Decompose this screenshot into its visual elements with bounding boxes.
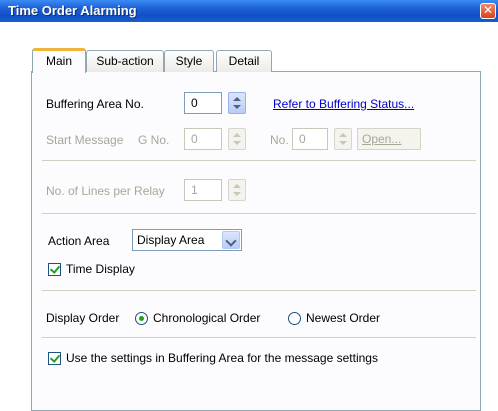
dialog-body: Main Sub-action Style Detail Buffering A… [0,22,498,411]
action-area-label: Action Area [48,234,110,248]
action-area-value: Display Area [137,233,205,247]
start-message-label: Start Message [46,133,124,147]
display-order-label: Display Order [46,311,120,325]
spin-down-icon [233,105,241,109]
tab-detail-label: Detail [228,54,260,68]
lines-per-relay-spinner[interactable] [228,179,246,201]
close-button[interactable]: ✕ [480,3,496,19]
tab-style[interactable]: Style [164,50,214,72]
g-no-spinner[interactable] [228,128,246,150]
spin-up-icon [233,184,241,188]
g-no-label: G No. [138,133,170,147]
buffering-area-spinner[interactable] [228,92,246,114]
open-button[interactable]: Open... [357,128,421,150]
action-area-select[interactable]: Display Area [132,229,242,251]
use-buffering-settings-label: Use the settings in Buffering Area for t… [66,351,378,365]
time-display-checkbox[interactable] [48,263,61,276]
g-no-input[interactable]: 0 [184,128,222,150]
buffering-area-label: Buffering Area No. [46,97,144,111]
time-display-label: Time Display [66,262,135,276]
tab-main[interactable]: Main [32,48,86,73]
spin-down-icon [339,141,347,145]
tab-style-label: Style [175,54,203,68]
window-title: Time Order Alarming [8,3,137,18]
chronological-order-label: Chronological Order [153,311,261,325]
divider [42,160,476,161]
no-label: No. [270,133,289,147]
spin-up-icon [233,97,241,101]
dialog-window: Time Order Alarming ✕ Main Sub-action St… [0,0,498,411]
lines-per-relay-label: No. of Lines per Relay [46,184,165,198]
spin-up-icon [233,133,241,137]
close-icon: ✕ [482,3,494,17]
no-input[interactable]: 0 [292,128,328,150]
use-buffering-settings-checkbox[interactable] [48,352,61,365]
spin-down-icon [233,141,241,145]
spin-down-icon [233,192,241,196]
chronological-order-radio[interactable] [135,312,148,325]
divider [42,213,476,214]
tab-detail[interactable]: Detail [216,50,272,72]
refer-buffering-status-link[interactable]: Refer to Buffering Status... [273,97,414,111]
newest-order-label: Newest Order [306,311,381,325]
divider [42,337,476,338]
divider [42,290,476,291]
title-bar[interactable]: Time Order Alarming ✕ [0,0,498,22]
newest-order-radio[interactable] [288,312,301,325]
lines-per-relay-input[interactable]: 1 [184,179,222,201]
tab-sub-action-label: Sub-action [96,54,154,68]
spin-up-icon [339,133,347,137]
buffering-area-input[interactable]: 0 [184,92,222,114]
tab-main-label: Main [45,54,72,68]
no-spinner[interactable] [334,128,352,150]
chevron-down-icon[interactable] [222,231,240,249]
tab-sub-action[interactable]: Sub-action [86,50,164,72]
